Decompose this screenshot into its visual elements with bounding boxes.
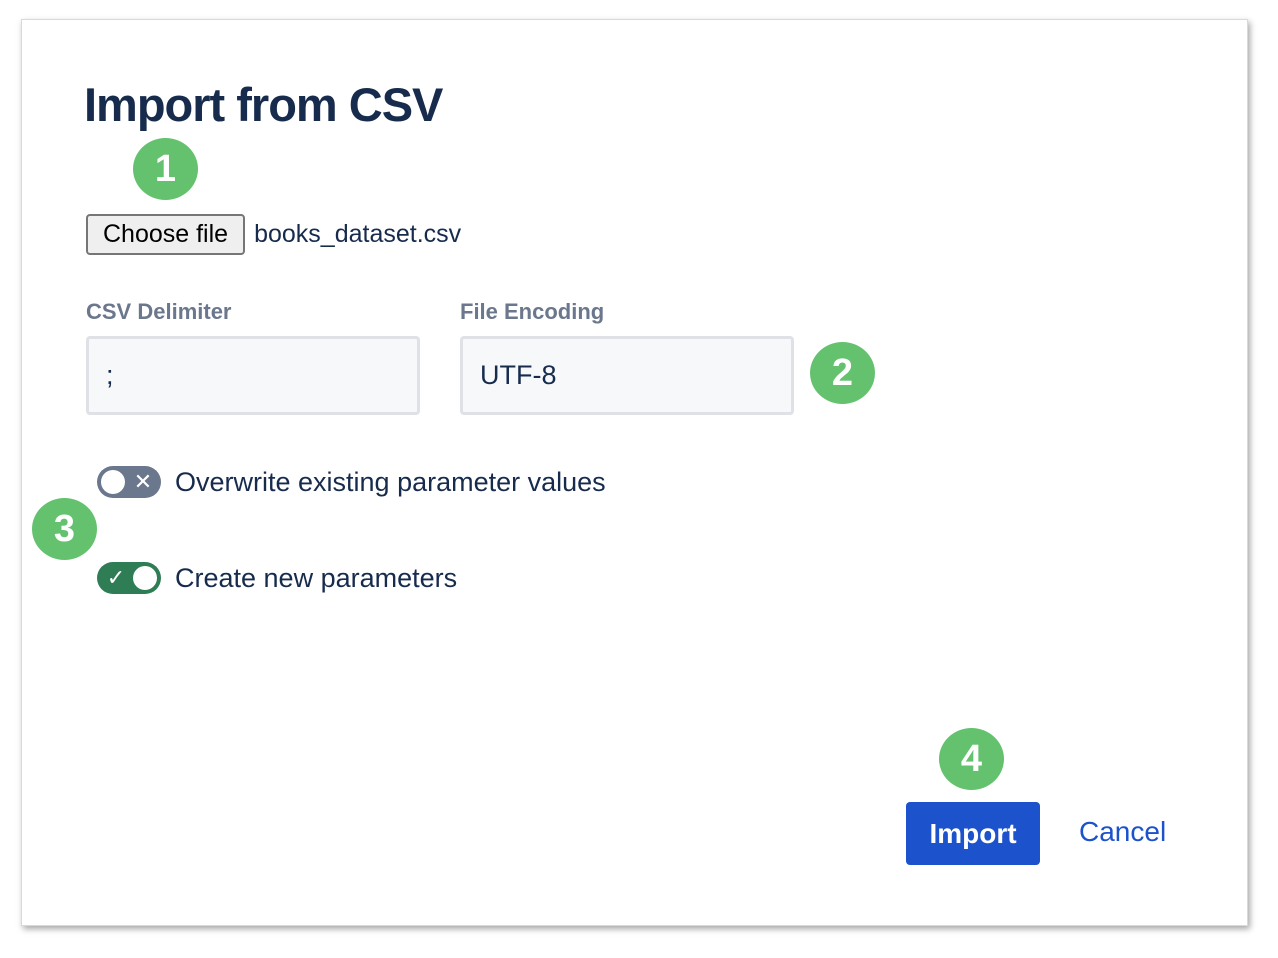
file-picker: Choose file books_dataset.csv <box>86 214 461 255</box>
file-encoding-label: File Encoding <box>460 299 605 324</box>
create-new-toggle-row: ✓ Create new parameters <box>97 562 457 594</box>
create-new-toggle[interactable]: ✓ <box>97 562 161 594</box>
cancel-link[interactable]: Cancel <box>1079 816 1166 848</box>
toggle-knob <box>101 470 125 494</box>
choose-file-button[interactable]: Choose file <box>86 214 246 255</box>
callout-badge-3: 3 <box>32 498 97 560</box>
dialog-title: Import from CSV <box>84 78 443 131</box>
overwrite-toggle[interactable]: ✕ <box>97 466 161 498</box>
file-encoding-input[interactable] <box>460 336 794 415</box>
csv-delimiter-label: CSV Delimiter <box>86 299 232 324</box>
close-icon: ✕ <box>133 469 153 494</box>
import-button[interactable]: Import <box>906 802 1040 865</box>
csv-delimiter-input[interactable] <box>86 336 420 415</box>
callout-badge-2: 2 <box>810 342 875 404</box>
selected-file-name: books_dataset.csv <box>254 220 462 248</box>
check-icon: ✓ <box>106 565 126 590</box>
callout-badge-4: 4 <box>939 728 1004 790</box>
callout-badge-1: 1 <box>133 138 198 200</box>
overwrite-toggle-label: Overwrite existing parameter values <box>175 466 606 497</box>
toggle-knob <box>133 566 157 590</box>
overwrite-toggle-row: ✕ Overwrite existing parameter values <box>97 466 606 498</box>
import-csv-dialog: Import from CSV 1 Choose file books_data… <box>21 19 1248 926</box>
create-new-toggle-label: Create new parameters <box>175 562 458 593</box>
